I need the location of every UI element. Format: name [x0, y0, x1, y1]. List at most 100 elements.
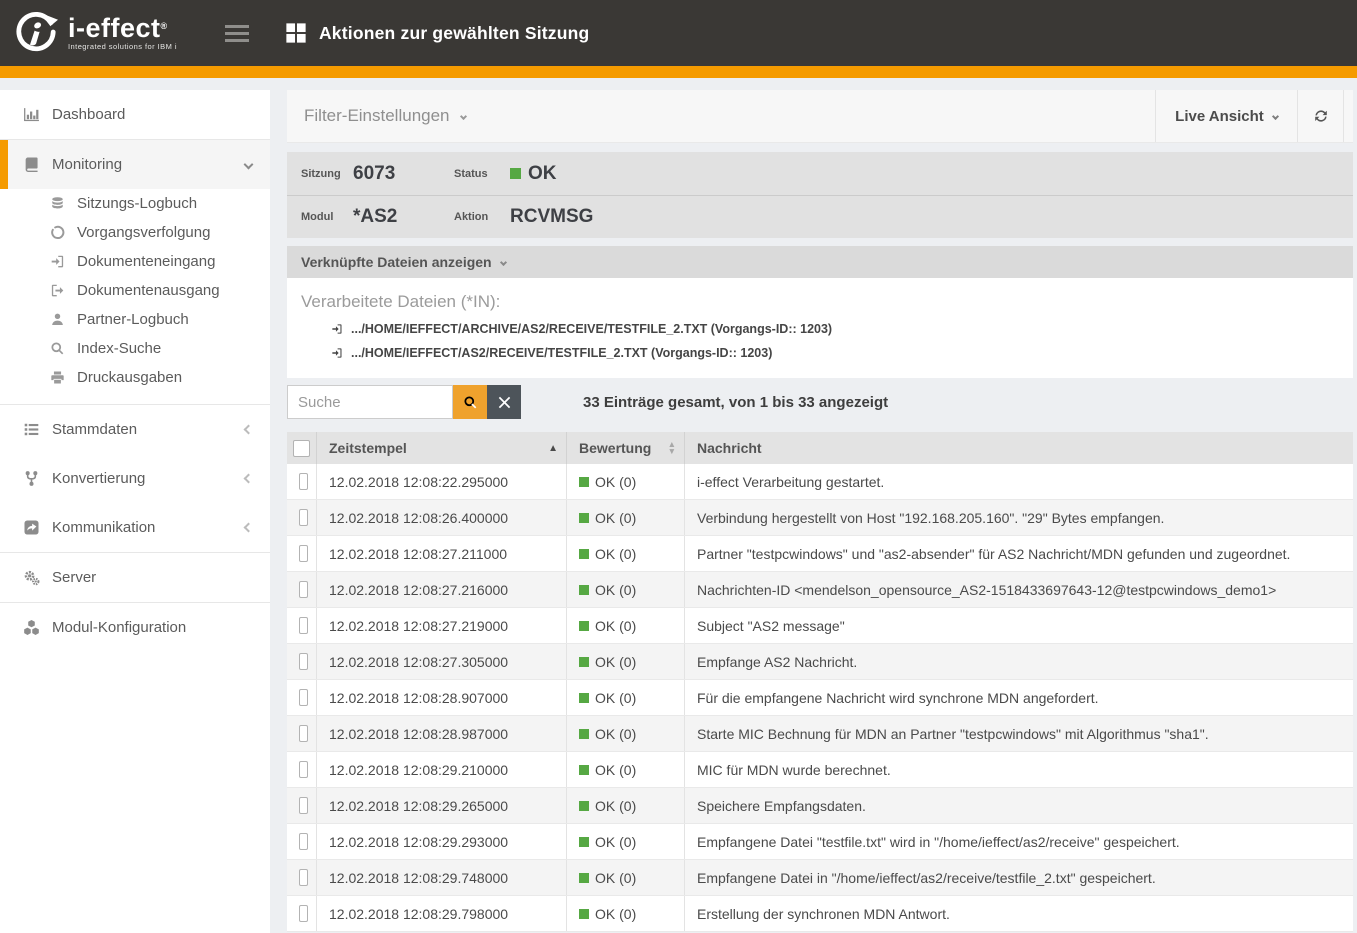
row-checkbox[interactable]	[299, 797, 308, 814]
status-square-icon	[579, 477, 589, 487]
sign-in-icon	[331, 347, 343, 359]
logo-swoosh-icon	[13, 10, 59, 56]
sidebar-item-server[interactable]: Server	[0, 553, 270, 602]
linked-files-toggle[interactable]: Verknüpfte Dateien anzeigen	[287, 246, 1353, 278]
sidebar-item-dokumenteneingang[interactable]: Dokumenteneingang	[0, 247, 270, 276]
column-header-zeitstempel[interactable]: Zeitstempel ▲	[317, 432, 567, 464]
row-checkbox[interactable]	[299, 653, 308, 670]
sidebar-item-vorgangsverfolgung[interactable]: Vorgangsverfolgung	[0, 218, 270, 247]
filter-settings-toggle[interactable]: Filter-Einstellungen	[287, 90, 1155, 142]
aktion-value: RCVMSG	[510, 206, 1353, 228]
sidebar-item-label: Monitoring	[52, 156, 122, 173]
sidebar-item-dokumentenausgang[interactable]: Dokumentenausgang	[0, 276, 270, 305]
list-icon	[23, 421, 41, 438]
row-checkbox[interactable]	[299, 509, 308, 526]
table-row[interactable]: 12.02.2018 12:08:27.305000OK (0)Empfange…	[287, 644, 1353, 680]
message-cell: Speichere Empfangsdaten.	[685, 788, 1353, 823]
table-row[interactable]: 12.02.2018 12:08:27.219000OK (0)Subject …	[287, 608, 1353, 644]
sidebar-item-label: Vorgangsverfolgung	[77, 224, 210, 241]
app-logo[interactable]: i-effect® Integrated solutions for IBM i	[0, 10, 177, 56]
sidebar-item-dashboard[interactable]: Dashboard	[0, 90, 270, 139]
table-row[interactable]: 12.02.2018 12:08:29.293000OK (0)Empfange…	[287, 824, 1353, 860]
chevron-down-icon	[1272, 112, 1279, 119]
sidebar-item-druckausgaben[interactable]: Druckausgaben	[0, 363, 270, 392]
rating-text: OK (0)	[595, 762, 636, 778]
rating-cell: OK (0)	[567, 572, 685, 607]
table-row[interactable]: 12.02.2018 12:08:28.907000OK (0)Für die …	[287, 680, 1353, 716]
row-checkbox[interactable]	[299, 725, 308, 742]
row-checkbox[interactable]	[299, 617, 308, 634]
rating-text: OK (0)	[595, 582, 636, 598]
main-content: Filter-Einstellungen Live Ansicht Sitzun…	[287, 90, 1353, 933]
sidebar-item-label: Stammdaten	[52, 421, 137, 438]
row-checkbox-cell	[287, 680, 317, 715]
row-checkbox[interactable]	[299, 545, 308, 562]
sidebar-item-label: Dokumenteneingang	[77, 253, 215, 270]
table-row[interactable]: 12.02.2018 12:08:29.265000OK (0)Speicher…	[287, 788, 1353, 824]
linked-files-toggle-label: Verknüpfte Dateien anzeigen	[301, 254, 492, 270]
table-row[interactable]: 12.02.2018 12:08:27.216000OK (0)Nachrich…	[287, 572, 1353, 608]
sidebar-item-stammdaten[interactable]: Stammdaten	[0, 405, 270, 454]
hamburger-menu-icon[interactable]	[219, 19, 255, 48]
row-checkbox[interactable]	[299, 869, 308, 886]
table-row[interactable]: 12.02.2018 12:08:22.295000OK (0)i-effect…	[287, 464, 1353, 500]
sidebar-item-sitzungs-logbuch[interactable]: Sitzungs-Logbuch	[0, 189, 270, 218]
sidebar-item-label: Konvertierung	[52, 470, 145, 487]
table-row[interactable]: 12.02.2018 12:08:29.748000OK (0)Empfange…	[287, 860, 1353, 896]
timestamp-cell: 12.02.2018 12:08:22.295000	[317, 464, 567, 499]
search-button[interactable]	[453, 385, 487, 419]
sidebar-item-label: Sitzungs-Logbuch	[77, 195, 197, 212]
logo-text: i-effect®	[68, 15, 177, 41]
table-row[interactable]: 12.02.2018 12:08:27.211000OK (0)Partner …	[287, 536, 1353, 572]
sidebar-nav: Dashboard Monitoring Sitzungs-Logbuch Vorga…	[0, 90, 270, 933]
rating-cell: OK (0)	[567, 500, 685, 535]
status-square-icon	[579, 909, 589, 919]
sidebar-item-index-suche[interactable]: Index-Suche	[0, 334, 270, 363]
timestamp-cell: 12.02.2018 12:08:28.987000	[317, 716, 567, 751]
sidebar-item-monitoring[interactable]: Monitoring	[0, 140, 270, 189]
table-row[interactable]: 12.02.2018 12:08:29.210000 OK (0) MIC für …	[287, 752, 1353, 788]
rating-text: OK (0)	[595, 834, 636, 850]
rating-cell: OK (0)	[567, 716, 685, 751]
row-checkbox[interactable]	[299, 905, 308, 922]
timestamp-cell: 12.02.2018 12:08:29.798000	[317, 896, 567, 931]
sidebar-item-konvertierung[interactable]: Konvertierung	[0, 454, 270, 503]
row-checkbox[interactable]	[299, 689, 308, 706]
row-checkbox[interactable]	[299, 581, 308, 598]
rating-cell: OK (0)	[567, 824, 685, 859]
modul-label: Modul	[287, 211, 353, 223]
table-row[interactable]: 12.02.2018 12:08:26.400000OK (0)Verbindu…	[287, 500, 1353, 536]
row-checkbox[interactable]	[299, 833, 308, 850]
row-checkbox[interactable]	[299, 761, 308, 778]
column-header-nachricht[interactable]: Nachricht	[685, 432, 1353, 464]
message-cell: MIC für MDN wurde berechnet.	[685, 752, 1353, 787]
log-table-body: 12.02.2018 12:08:22.295000OK (0)i-effect…	[287, 464, 1353, 932]
table-row[interactable]: 12.02.2018 12:08:29.798000OK (0)Erstellu…	[287, 896, 1353, 932]
live-view-dropdown[interactable]: Live Ansicht	[1155, 90, 1297, 142]
refresh-button[interactable]	[1297, 90, 1343, 142]
rating-cell: OK (0)	[567, 536, 685, 571]
sidebar-item-kommunikation[interactable]: Kommunikation	[0, 503, 270, 552]
file-link[interactable]: .../HOME/IEFFECT/ARCHIVE/AS2/RECEIVE/TES…	[331, 322, 1353, 336]
table-header-row: Zeitstempel ▲ Bewertung ▲▼ Nachricht	[287, 432, 1353, 464]
sidebar-item-partner-logbuch[interactable]: Partner-Logbuch	[0, 305, 270, 334]
row-checkbox-cell	[287, 716, 317, 751]
clear-search-button[interactable]	[487, 385, 521, 419]
search-icon	[463, 395, 478, 410]
rating-cell: OK (0)	[567, 752, 685, 787]
status-value: OK	[510, 163, 1353, 185]
column-header-bewertung[interactable]: Bewertung ▲▼	[567, 432, 685, 464]
row-checkbox-cell	[287, 860, 317, 895]
search-input[interactable]	[287, 385, 453, 419]
status-square-icon	[579, 621, 589, 631]
message-cell: Für die empfangene Nachricht wird synchr…	[685, 680, 1353, 715]
file-link[interactable]: .../HOME/IEFFECT/AS2/RECEIVE/TESTFILE_2.…	[331, 346, 1353, 360]
timestamp-cell: 12.02.2018 12:08:29.210000	[317, 752, 567, 787]
table-row[interactable]: 12.02.2018 12:08:28.987000OK (0)Starte M…	[287, 716, 1353, 752]
rating-text: OK (0)	[595, 870, 636, 886]
message-cell: Verbindung hergestellt von Host "192.168…	[685, 500, 1353, 535]
chevron-left-icon	[244, 425, 254, 435]
select-all-checkbox[interactable]	[293, 440, 310, 457]
sidebar-item-modul-konfiguration[interactable]: Modul-Konfiguration	[0, 603, 270, 652]
row-checkbox[interactable]	[299, 473, 308, 490]
